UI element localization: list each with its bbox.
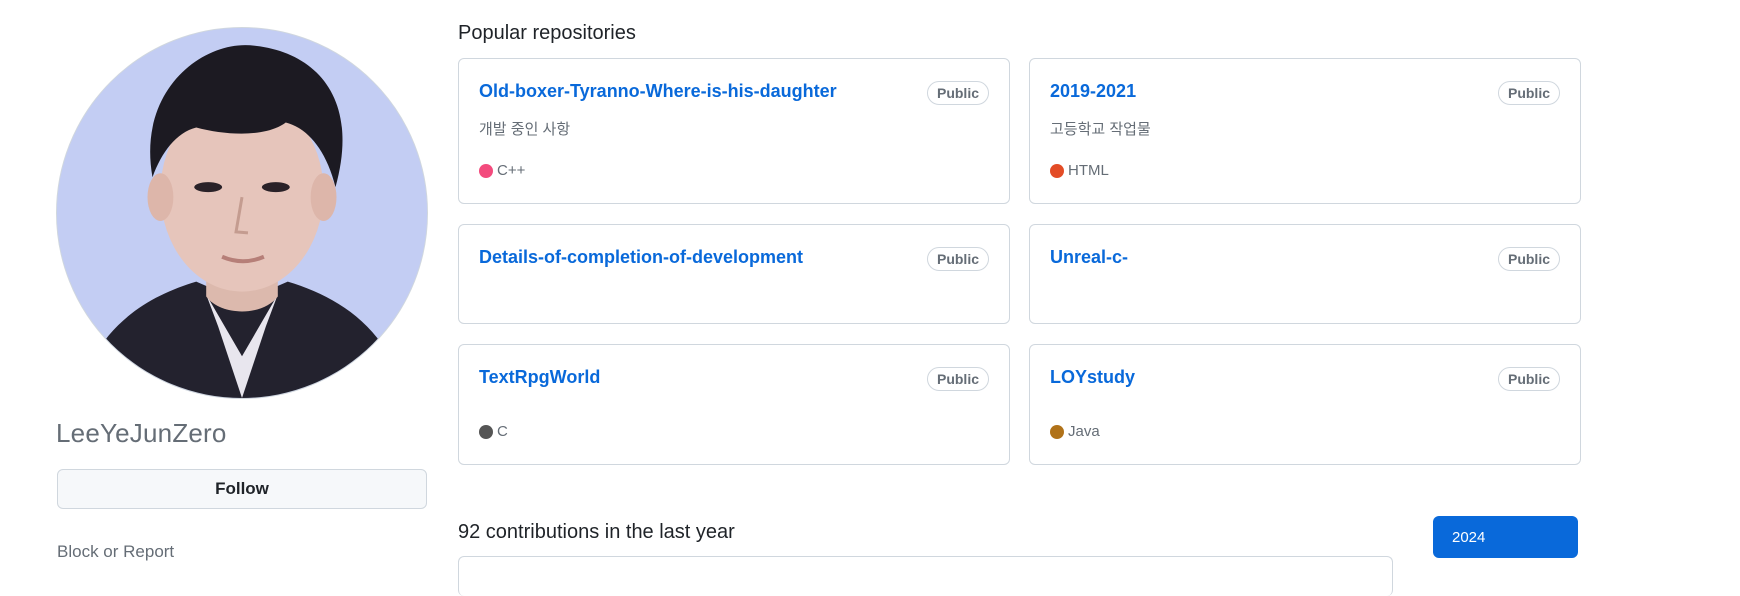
repo-language: C [479,423,508,440]
language-color-dot [479,424,493,439]
language-label: C++ [497,162,526,179]
language-color-dot [1050,163,1064,178]
year-2024-button[interactable]: 2024 [1433,516,1578,558]
contributions-title: 92 contributions in the last year [458,521,735,543]
repo-link[interactable]: 2019-2021 [1050,81,1136,102]
popular-repositories-title: Popular repositories [458,22,636,44]
repo-link[interactable]: LOYstudy [1050,367,1135,388]
visibility-badge: Public [1497,81,1560,105]
repo-description: 고등학교 작업물 [1050,121,1151,138]
visibility-badge: Public [926,367,989,391]
visibility-badge: Public [1497,367,1560,391]
repo-card: LOYstudy Public Java [1029,344,1581,465]
language-label: Java [1068,423,1100,440]
avatar[interactable] [56,27,428,399]
repo-card: TextRpgWorld Public C [458,344,1010,465]
repo-link[interactable]: Old-boxer-Tyranno-Where-is-his-daughter [479,81,837,102]
profile-username: LeeYeJunZero [56,418,227,448]
follow-button[interactable]: Follow [57,469,427,509]
repo-language: C++ [479,162,525,179]
repo-card: 2019-2021 Public 고등학교 작업물 HTML [1029,58,1581,204]
block-or-report-link[interactable]: Block or Report [57,542,174,562]
repo-card: Old-boxer-Tyranno-Where-is-his-daughter … [458,58,1010,204]
repo-link[interactable]: TextRpgWorld [479,367,600,388]
visibility-badge: Public [926,247,989,271]
repo-link[interactable]: Unreal-c- [1050,247,1128,268]
repo-language: Java [1050,423,1100,440]
language-color-dot [1050,424,1064,439]
repo-description: 개발 중인 사항 [479,121,571,138]
language-color-dot [479,163,493,178]
repo-language: HTML [1050,162,1109,179]
repo-card: Details-of-completion-of-development Pub… [458,224,1010,324]
visibility-badge: Public [1497,247,1560,271]
contribution-graph [458,556,1393,596]
repo-link[interactable]: Details-of-completion-of-development [479,247,803,268]
repo-card: Unreal-c- Public [1029,224,1581,324]
language-label: C [497,423,508,440]
visibility-badge: Public [926,81,989,105]
language-label: HTML [1068,162,1109,179]
